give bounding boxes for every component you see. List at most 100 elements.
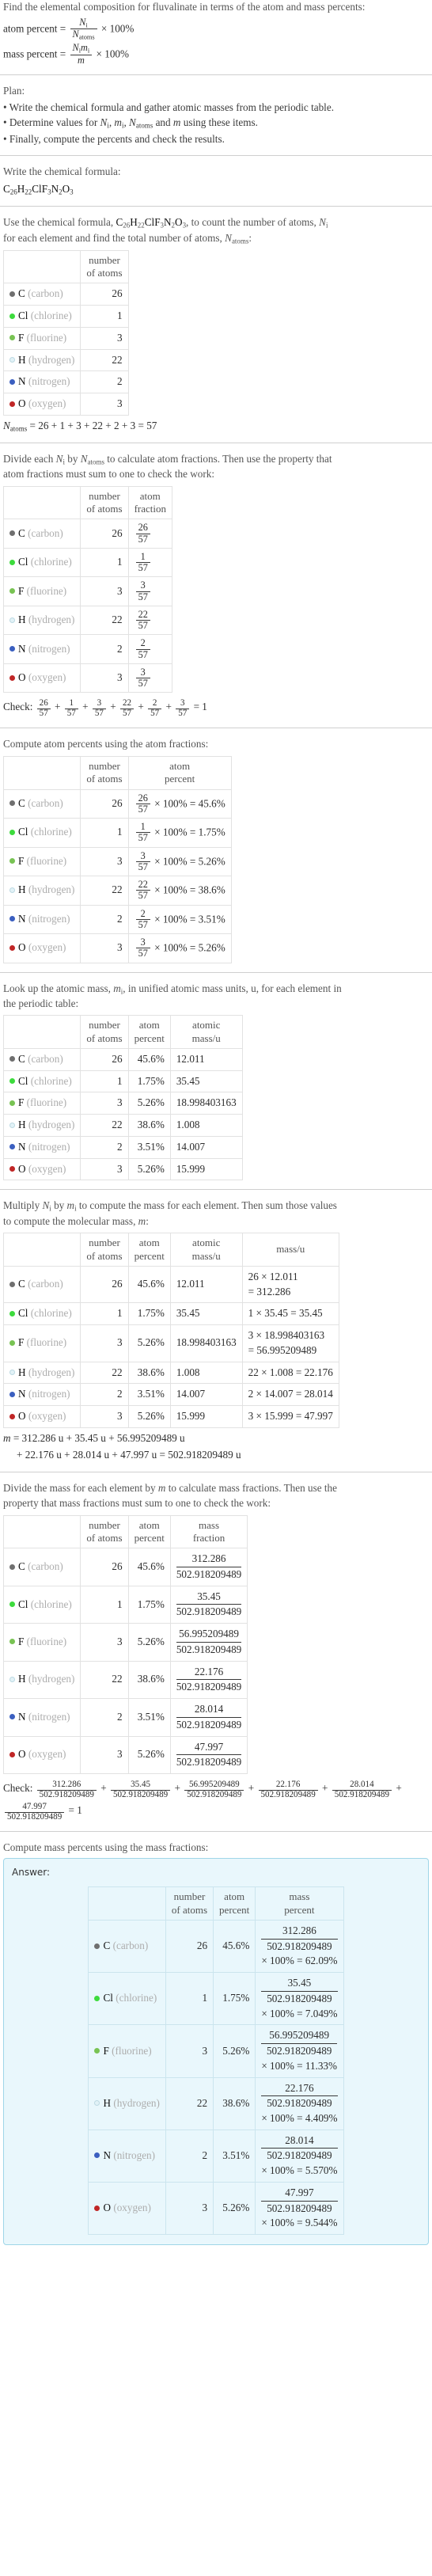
mass-percent-numerator-m: m — [81, 42, 88, 54]
formula-symbol: H — [17, 183, 25, 196]
mass-percent-numerator-m-sub: i — [87, 47, 90, 55]
table-row: F (fluorine) 3 5.26% 56.995209489 502.918209… — [2, 1623, 248, 1662]
plan-bullet-2-pre: • Determine values for — [3, 116, 100, 129]
plan-bullets: • Write the chemical formula and gather … — [3, 101, 429, 147]
atom-count-cell: 3 — [80, 576, 129, 606]
element-cell: O (oxygen) — [2, 663, 81, 693]
element-name: (nitrogen) — [28, 1140, 70, 1153]
atom-count-intro-pre: Use the chemical formula, — [3, 216, 116, 229]
element-symbol: N — [103, 2149, 112, 2161]
header-atom-percent: atom percent — [127, 756, 232, 790]
plan-title: Plan: — [3, 84, 25, 97]
element-name: (hydrogen) — [28, 1366, 75, 1378]
element-name: (oxygen) — [113, 2202, 151, 2214]
element-symbol: O — [18, 1162, 26, 1175]
element-color-dot — [9, 313, 15, 319]
element-symbol: H — [18, 1119, 26, 1131]
mass-percent-definition: mass percent = Nimi m × 100% — [3, 43, 429, 66]
element-name: (fluorine) — [112, 2044, 152, 2057]
mass-fraction-cell: 35.45 502.918209489 — [169, 1585, 248, 1624]
atom-count-cell: 22 — [80, 1660, 129, 1700]
element-color-dot — [9, 588, 15, 595]
fraction-numerator: 35.45 — [131, 1779, 151, 1789]
element-name: (hydrogen) — [28, 883, 75, 896]
chemical-formula: C26H22ClF3N2O3 — [3, 182, 429, 197]
atom-count-intro-colon: : — [248, 231, 252, 244]
element-cell: Cl (chlorine) — [2, 1585, 81, 1624]
header-atom-percent: atom percent — [127, 1015, 171, 1049]
fraction-numerator: 2 — [140, 907, 146, 919]
element-cell: Cl (chlorine) — [2, 818, 81, 848]
element-color-dot — [9, 1601, 15, 1607]
atom-fraction-table: number of atoms atom fraction C (carbon) 26… — [2, 485, 172, 693]
divider — [0, 1830, 432, 1832]
element-symbol: N — [18, 642, 26, 655]
total-atoms-label: N — [3, 419, 10, 431]
table-header-row: number of atoms — [2, 249, 129, 284]
element-color-dot — [94, 2100, 100, 2107]
element-name: (fluorine) — [26, 1635, 67, 1647]
atomic-mass-cell: 14.007 — [169, 1383, 243, 1406]
table-row: C (carbon) 26 — [2, 283, 129, 306]
element-symbol: F — [18, 584, 25, 597]
atom-percent-cell: 3 57 × 100% = 5.26% — [127, 933, 232, 963]
element-name: (nitrogen) — [28, 912, 70, 925]
fraction-numerator: 312.286 — [52, 1779, 81, 1789]
atom-count-table: number of atoms C (carbon) 26 Cl (chlorine… — [2, 249, 129, 416]
fraction-denominator: 502.918209489 — [110, 1789, 171, 1800]
atom-count-cell: 2 — [80, 1698, 129, 1737]
element-color-dot — [94, 2048, 100, 2054]
fraction-denominator: 57 — [135, 648, 150, 660]
atom-count-cell: 1 — [80, 547, 129, 578]
atom-percent-section: Compute atom percents using the atom fra… — [0, 737, 432, 963]
element-name: (chlorine) — [30, 310, 72, 322]
atom-fraction-section: Divide each Ni by Natoms to calculate at… — [0, 452, 432, 719]
fraction: 3 57 — [92, 698, 106, 719]
fraction-denominator: 502.918209489 — [176, 1716, 242, 1733]
table-header-row: number of atoms atom percent mass percent — [88, 1886, 344, 1921]
fraction-denominator: 502.918209489 × 100% = 62.09% — [261, 1938, 338, 1969]
element-name: (carbon) — [28, 796, 63, 809]
atom-count-cell: 22 — [80, 605, 129, 636]
mass-fraction-intro: Divide the mass for each element by m to… — [3, 1482, 337, 1509]
header-number-of-atoms: number of atoms — [80, 249, 129, 284]
atom-percent-cell: 3.51% — [127, 1383, 171, 1406]
element-cell: O (oxygen) — [2, 1157, 81, 1181]
element-name: (hydrogen) — [28, 1673, 75, 1685]
total-atoms-expression: = 26 + 1 + 3 + 22 + 2 + 3 = 57 — [29, 419, 157, 431]
element-name: (chlorine) — [30, 826, 72, 838]
header-element — [2, 756, 81, 790]
atom-percent-cell: 5.26% — [213, 2181, 256, 2236]
header-element — [2, 1233, 81, 1267]
atom-count-cell: 3 — [80, 1405, 129, 1428]
fraction-numerator: 312.286 — [191, 1552, 226, 1565]
fraction: 3 57 — [135, 667, 150, 690]
element-name: (oxygen) — [28, 1748, 66, 1761]
fraction-numerator: 22.176 — [285, 2081, 314, 2094]
atom-count-intro-n-sub: i — [325, 221, 328, 230]
mass-percent-table-body: C (carbon) 26 45.6% 312.286 502.918209489 × 1… — [88, 1919, 344, 2236]
element-mass-section: Multiply Ni by mi to compute the mass fo… — [0, 1199, 432, 1463]
element-symbol: H — [18, 1366, 26, 1378]
fraction-numerator: 28.014 — [350, 1779, 374, 1789]
element-symbol: Cl — [18, 310, 28, 322]
fraction: 22 57 — [135, 609, 150, 632]
element-symbol: C — [18, 287, 25, 300]
element-name: (oxygen) — [28, 1410, 66, 1422]
table-row: N (nitrogen) 2 2 57 — [2, 634, 172, 664]
formula-subscript: 22 — [137, 221, 145, 230]
element-symbol: C — [18, 1052, 25, 1065]
divider — [0, 206, 432, 207]
plan-bullet-1: • Write the chemical formula and gather … — [3, 101, 334, 113]
plan-bullet-2-natoms-sub: atoms — [135, 121, 153, 130]
element-color-dot — [9, 1100, 15, 1106]
divider — [0, 971, 432, 973]
atom-count-cell: 2 — [80, 1135, 129, 1159]
atomic-mass-cell: 15.999 — [169, 1405, 243, 1428]
element-name: (nitrogen) — [113, 2149, 156, 2161]
fraction-denominator: 57 — [36, 709, 51, 719]
fraction-denominator: 502.918209489 × 100% = 11.33% — [261, 2043, 338, 2073]
fraction-numerator: 56.995209489 — [188, 1779, 240, 1789]
molecular-mass-line2: + 22.176 u + 28.014 u + 47.997 u = 502.9… — [17, 1449, 241, 1461]
atom-count-cell: 3 — [80, 663, 129, 693]
